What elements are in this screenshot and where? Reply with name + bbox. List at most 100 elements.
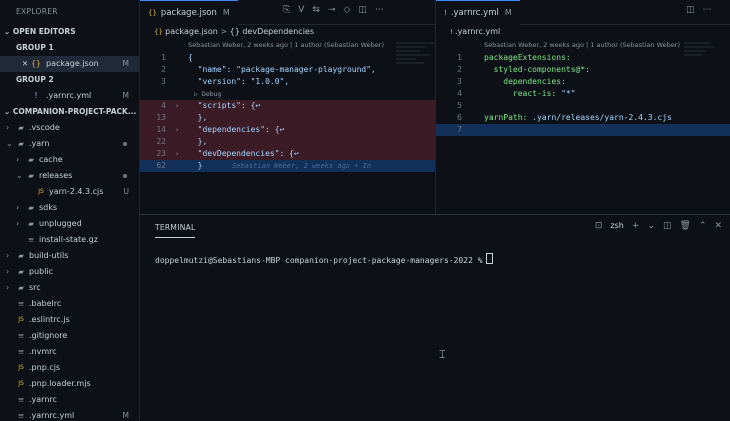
split-editor-icon[interactable]: ◫: [686, 5, 695, 15]
line-number: 2: [161, 65, 166, 74]
tree-item-label: install-state.gz: [39, 235, 98, 244]
debug-codelens[interactable]: ▷ Debug: [140, 88, 435, 100]
breadcrumb-file[interactable]: package.json: [165, 27, 218, 36]
folder-icon: ▰: [28, 155, 34, 164]
folder-icon: ▰: [18, 139, 24, 148]
folder-icon: ▰: [28, 203, 34, 212]
tree-item[interactable]: › ▰ sdks: [0, 200, 139, 216]
tab-label: .yarnrc.yml: [450, 8, 499, 18]
tree-item[interactable]: ≡ install-state.gz: [0, 232, 139, 248]
open-editor-package-json[interactable]: ✕ {} package.json M: [0, 56, 139, 72]
line-number: 5: [457, 101, 462, 110]
tree-item[interactable]: › ▰ src: [0, 280, 139, 296]
tree-item[interactable]: JS .pnp.loader.mjs: [0, 376, 139, 392]
split-terminal-icon[interactable]: ◫: [663, 221, 672, 231]
chevron-up-icon[interactable]: ⌃: [699, 221, 707, 231]
tree-item[interactable]: ≡ .gitignore: [0, 328, 139, 344]
more-actions-icon[interactable]: ⋯: [703, 5, 712, 15]
tree-item[interactable]: ⌄ ▰ releases: [0, 168, 139, 184]
line-number: 23: [156, 149, 166, 158]
line-number: 4: [457, 89, 462, 98]
terminal-panel[interactable]: TERMINAL ⊡ zsh + ⌄ ◫ 🗑 ⌃ ✕ doppelmutzi@Sebastia…: [140, 214, 730, 421]
project-section[interactable]: ⌄ COMPANION-PROJECT-PACK...: [0, 104, 139, 120]
open-editor-label: .yarnrc.yml: [46, 91, 92, 100]
more-actions-icon[interactable]: ⋯: [375, 5, 384, 15]
file-icon: ≡: [17, 347, 25, 356]
folder-icon: ▰: [28, 219, 34, 228]
shell-name[interactable]: zsh: [610, 221, 623, 230]
line-number: 1: [457, 53, 462, 62]
yaml-value: .yarn/releases/yarn-2.4.3.cjs: [527, 113, 672, 122]
close-icon[interactable]: ✕: [714, 221, 722, 231]
tree-item[interactable]: ≡ .nvmrc: [0, 344, 139, 360]
file-tree: › ▰ .vscode ⌄ ▰ .yarn › ▰ cache ⌄ ▰ releases JS yarn-…: [0, 120, 139, 420]
inline-blame: Sebastian Weber, 2 weeks ago • In: [232, 162, 372, 170]
fold-chevron-icon[interactable]: ›: [175, 148, 179, 160]
fold-chevron-icon[interactable]: ›: [175, 100, 179, 112]
line-number: 14: [156, 125, 166, 134]
chevron-right-icon: ›: [6, 123, 10, 132]
tab-package-json[interactable]: {} package.json M: [140, 0, 238, 25]
terminal-tab[interactable]: TERMINAL: [155, 223, 196, 232]
open-editor-yarnrc-yml[interactable]: ! .yarnrc.yml M: [0, 88, 139, 104]
file-icon: ≡: [17, 411, 25, 420]
git-graph-icon[interactable]: ◇: [343, 5, 350, 15]
tree-item[interactable]: ≡ .yarnrc: [0, 392, 139, 408]
code-editor[interactable]: 1{2 "name": "package-manager-playground"…: [140, 52, 435, 172]
left-editor-pane: {} package.json M ⎘ V ⇆ ⊸ ◇ ◫ ⋯ {} package.json …: [140, 0, 436, 214]
tree-item[interactable]: JS yarn-2.4.3.cjs U: [0, 184, 139, 200]
chevron-down-icon[interactable]: ⌄: [647, 221, 655, 231]
chevron-right-icon: ›: [16, 155, 20, 164]
git-compare-icon[interactable]: ⇆: [312, 5, 320, 15]
open-editors-section[interactable]: ⌄ OPEN EDITORS: [0, 24, 139, 40]
commit-icon[interactable]: ⊸: [328, 5, 336, 15]
tree-item-label: .gitignore: [29, 331, 68, 340]
new-terminal-icon[interactable]: +: [632, 221, 640, 231]
split-editor-icon[interactable]: ◫: [358, 5, 367, 15]
file-icon: ≡: [17, 299, 25, 308]
tree-item[interactable]: ≡ .babelrc: [0, 296, 139, 312]
git-lens-icon[interactable]: V: [298, 5, 304, 15]
breadcrumb: ! .yarnrc.yml: [436, 25, 730, 39]
yml-file-icon: !: [34, 91, 38, 100]
code-text: "name": "package-manager-playground",: [188, 65, 376, 74]
code-line: 3 "version": "1.0.0",: [140, 76, 435, 88]
breadcrumb-symbol[interactable]: {} devDependencies: [230, 27, 314, 36]
minimap[interactable]: [684, 40, 724, 120]
tree-item[interactable]: ⌄ ▰ .yarn: [0, 136, 139, 152]
code-line: 22 },: [140, 136, 435, 148]
fold-chevron-icon[interactable]: ›: [175, 124, 179, 136]
tree-item-label: .yarnrc: [29, 395, 57, 404]
line-number: 13: [156, 113, 166, 122]
open-changes-icon[interactable]: ⎘: [283, 5, 290, 15]
minimap[interactable]: [396, 40, 435, 120]
terminal-prompt[interactable]: doppelmutzi@Sebastians-MBP companion-pro…: [155, 253, 493, 265]
folder-icon: ▰: [28, 171, 34, 180]
tree-item[interactable]: JS .eslintrc.js: [0, 312, 139, 328]
tree-item[interactable]: › ▰ cache: [0, 152, 139, 168]
git-status-badge: M: [122, 411, 129, 420]
tree-item[interactable]: › ▰ unplugged: [0, 216, 139, 232]
blame-header[interactable]: Sebastian Weber, 2 weeks ago | 1 author …: [140, 39, 435, 51]
folder-icon: ▰: [18, 267, 24, 276]
tree-item[interactable]: JS .pnp.cjs: [0, 360, 139, 376]
close-icon[interactable]: ✕: [20, 56, 30, 72]
tree-item[interactable]: ≡ .yarnrc.yml M: [0, 408, 139, 420]
tab-yarnrc-yml[interactable]: ! .yarnrc.yml M: [436, 0, 520, 25]
code-text: yarnPath: .yarn/releases/yarn-2.4.3.cjs: [484, 112, 672, 124]
tab-label: package.json: [160, 8, 217, 18]
line-number: 3: [161, 77, 166, 86]
prompt-text: doppelmutzi@Sebastians-MBP companion-pro…: [155, 256, 483, 265]
tree-item[interactable]: › ▰ public: [0, 264, 139, 280]
code-text: }: [188, 161, 203, 170]
trash-icon[interactable]: 🗑: [679, 221, 690, 231]
tree-item-label: public: [29, 267, 54, 276]
tree-item[interactable]: › ▰ .vscode: [0, 120, 139, 136]
breadcrumb-file[interactable]: .yarnrc.yml: [455, 27, 500, 36]
code-line: 2 "name": "package-manager-playground",: [140, 64, 435, 76]
right-tab-bar: ! .yarnrc.yml M ◫ ⋯: [436, 0, 730, 25]
modified-badge: M: [504, 8, 512, 17]
editor-actions: ⎘ V ⇆ ⊸ ◇ ◫ ⋯: [283, 5, 392, 15]
tree-item[interactable]: › ▰ build-utils: [0, 248, 139, 264]
js-file-icon: JS: [38, 188, 44, 195]
